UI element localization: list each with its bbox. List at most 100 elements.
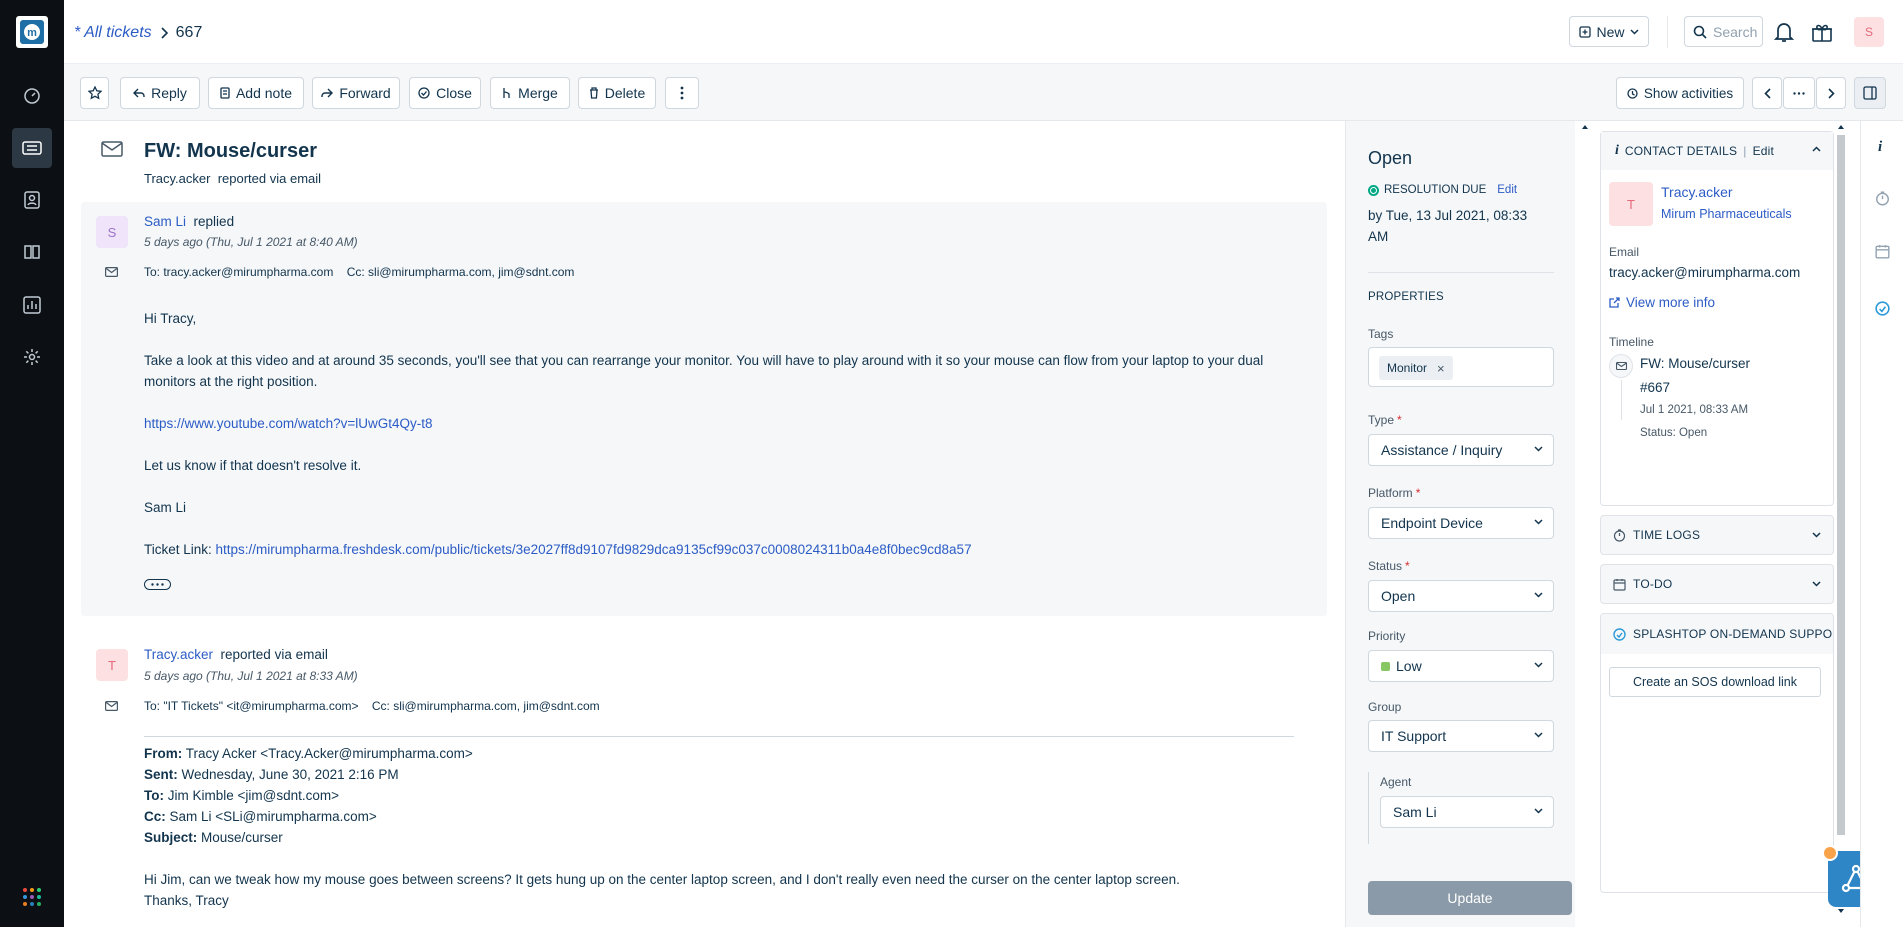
quoted-message-body: From: Tracy Acker <Tracy.Acker@mirumphar… bbox=[144, 743, 1304, 911]
create-sos-link-button[interactable]: Create an SOS download link bbox=[1609, 667, 1821, 697]
timeline-ticket-title[interactable]: FW: Mouse/curser bbox=[1640, 356, 1750, 371]
reports-icon[interactable] bbox=[18, 291, 46, 319]
platform-select[interactable]: Endpoint Device bbox=[1368, 507, 1554, 539]
type-label: Type * bbox=[1368, 413, 1402, 427]
message-cc: Cc: sli@mirumpharma.com, jim@sdnt.com bbox=[346, 265, 575, 279]
update-button[interactable]: Update bbox=[1368, 881, 1572, 915]
video-link[interactable]: https://www.youtube.com/watch?v=lUwGt4Qy… bbox=[144, 416, 433, 431]
message-action: replied bbox=[193, 214, 235, 229]
stopwatch-icon[interactable] bbox=[1875, 191, 1890, 206]
group-select[interactable]: IT Support bbox=[1368, 720, 1554, 752]
info-icon: i bbox=[1615, 143, 1619, 158]
more-actions-button[interactable] bbox=[665, 77, 699, 109]
message-author[interactable]: Tracy.acker bbox=[144, 647, 213, 662]
star-icon bbox=[87, 86, 102, 100]
tickets-icon[interactable] bbox=[12, 128, 52, 168]
ticket-reported-via: reported via email bbox=[217, 171, 322, 186]
remove-tag-icon[interactable]: × bbox=[1437, 361, 1445, 376]
props-scrollbar[interactable] bbox=[1581, 121, 1589, 865]
message-recipients: To: tracy.acker@mirumpharma.com Cc: sli@… bbox=[144, 265, 574, 279]
view-more-info-link[interactable]: View more info bbox=[1609, 295, 1715, 310]
ticket-link[interactable]: https://mirumpharma.freshdesk.com/public… bbox=[216, 542, 972, 557]
chevron-up-icon[interactable] bbox=[1812, 146, 1821, 152]
contact-info-icon[interactable]: i bbox=[1878, 139, 1882, 156]
resolution-due-date: by Tue, 13 Jul 2021, 08:33 AM bbox=[1368, 208, 1528, 244]
delete-button[interactable]: Delete bbox=[578, 77, 656, 109]
cc-label: Cc: bbox=[144, 809, 166, 824]
message-action: reported via email bbox=[220, 647, 328, 662]
show-activities-button[interactable]: Show activities bbox=[1616, 77, 1744, 109]
gift-icon[interactable] bbox=[1811, 21, 1833, 43]
time-logs-card[interactable]: TIME LOGS bbox=[1600, 515, 1834, 555]
agent-value: Sam Li bbox=[1393, 804, 1437, 820]
ticket-list-menu-button[interactable] bbox=[1783, 77, 1815, 109]
search-input[interactable]: Search bbox=[1684, 16, 1763, 47]
todo-heading: TO-DO bbox=[1633, 577, 1673, 591]
timeline-label: Timeline bbox=[1609, 335, 1654, 349]
solutions-icon[interactable] bbox=[18, 238, 46, 266]
status-heading: Open bbox=[1368, 148, 1413, 168]
reply-message-card: S Sam Li replied 5 days ago (Thu, Jul 1 … bbox=[81, 202, 1327, 616]
props-divider bbox=[1368, 272, 1554, 273]
message-signature: Sam Li bbox=[144, 500, 187, 515]
email-icon bbox=[105, 701, 118, 711]
contacts-icon[interactable] bbox=[18, 186, 46, 214]
apps-icon-rail: i bbox=[1860, 121, 1903, 927]
top-header: * All tickets 667 New Search S bbox=[64, 0, 1903, 64]
message-author[interactable]: Sam Li bbox=[144, 214, 186, 229]
priority-label: Priority bbox=[1368, 629, 1406, 643]
trash-icon bbox=[589, 87, 599, 99]
stopwatch-icon bbox=[1613, 528, 1626, 542]
to-value: Jim Kimble <jim@sdnt.com> bbox=[164, 788, 339, 803]
delete-label: Delete bbox=[604, 85, 646, 101]
agent-select[interactable]: Sam Li bbox=[1380, 796, 1554, 828]
from-label: From: bbox=[144, 746, 183, 761]
priority-select[interactable]: Low bbox=[1368, 650, 1554, 682]
reply-button[interactable]: Reply bbox=[120, 77, 200, 109]
breadcrumb-all-tickets[interactable]: * All tickets bbox=[74, 24, 152, 42]
edit-contact-link[interactable]: Edit bbox=[1753, 144, 1774, 158]
splashtop-logo-icon[interactable] bbox=[1875, 301, 1890, 316]
group-value: IT Support bbox=[1381, 728, 1447, 744]
next-ticket-button[interactable] bbox=[1816, 77, 1846, 109]
cc-value: Sam Li <SLi@mirumpharma.com> bbox=[165, 809, 377, 824]
app-logo[interactable]: m bbox=[16, 16, 48, 48]
ticket-link-label: Ticket Link: bbox=[144, 542, 216, 557]
message-to: To: tracy.acker@mirumpharma.com bbox=[144, 265, 334, 279]
previous-ticket-button[interactable] bbox=[1752, 77, 1782, 109]
user-avatar[interactable]: S bbox=[1854, 17, 1884, 47]
chevron-right-icon bbox=[1827, 87, 1835, 99]
add-note-button[interactable]: Add note bbox=[208, 77, 304, 109]
create-sos-link-label: Create an SOS download link bbox=[1633, 675, 1797, 689]
dashboard-icon[interactable] bbox=[18, 82, 46, 110]
chevron-down-icon bbox=[1534, 808, 1543, 814]
calendar-icon[interactable] bbox=[1875, 244, 1890, 259]
apps-grid-icon[interactable] bbox=[22, 887, 42, 907]
admin-gear-icon[interactable] bbox=[18, 343, 46, 371]
note-icon bbox=[220, 87, 230, 99]
splashtop-heading: SPLASHTOP ON-DEMAND SUPPORT bbox=[1633, 627, 1834, 641]
reply-label: Reply bbox=[151, 85, 187, 101]
contact-name[interactable]: Tracy.acker bbox=[1661, 184, 1733, 200]
status-label-text: Status bbox=[1368, 559, 1403, 573]
type-select[interactable]: Assistance / Inquiry bbox=[1368, 434, 1554, 466]
expand-quoted-button[interactable] bbox=[144, 579, 171, 590]
toggle-side-panel-button[interactable] bbox=[1854, 77, 1886, 109]
close-ticket-button[interactable]: Close bbox=[409, 77, 481, 109]
timeline-ticket-date: Jul 1 2021, 08:33 AM bbox=[1640, 404, 1749, 416]
edit-due-link[interactable]: Edit bbox=[1497, 184, 1517, 196]
merge-button[interactable]: Merge bbox=[490, 77, 570, 109]
scrollbar-thumb[interactable] bbox=[1837, 135, 1845, 835]
side-panel-scrollbar[interactable] bbox=[1837, 121, 1845, 927]
message-to: To: "IT Tickets" <it@mirumpharma.com> bbox=[144, 699, 359, 713]
status-select[interactable]: Open bbox=[1368, 580, 1554, 612]
notifications-bell-icon[interactable] bbox=[1774, 21, 1794, 43]
todo-card[interactable]: TO-DO bbox=[1600, 564, 1834, 604]
contact-company[interactable]: Mirum Pharmaceuticals bbox=[1661, 207, 1792, 221]
forward-button[interactable]: Forward bbox=[312, 77, 400, 109]
timeline-line bbox=[1621, 380, 1622, 420]
group-label: Group bbox=[1368, 700, 1402, 714]
tags-input[interactable]: Monitor × bbox=[1368, 347, 1554, 387]
star-button[interactable] bbox=[80, 77, 109, 109]
new-button[interactable]: New bbox=[1569, 16, 1649, 47]
